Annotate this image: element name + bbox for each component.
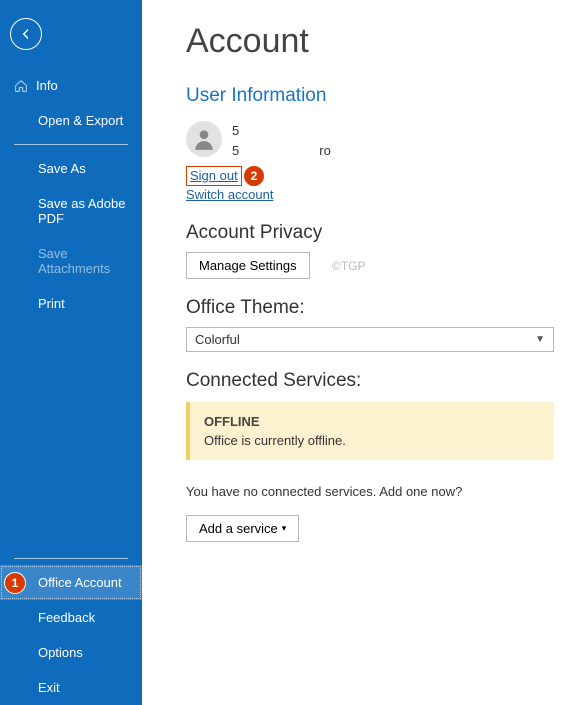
user-text: 5 5ro [232, 121, 331, 160]
sidebar-item-print[interactable]: Print [0, 286, 142, 321]
divider [14, 558, 128, 559]
section-privacy: Account Privacy [186, 222, 554, 244]
section-user-info: User Information [186, 85, 554, 107]
sidebar-label: Info [36, 78, 58, 93]
theme-value: Colorful [195, 332, 240, 347]
sidebar-label: Save As [38, 161, 86, 176]
callout-badge-1: 1 [4, 572, 26, 594]
sidebar-label: Options [38, 645, 83, 660]
home-icon [14, 79, 28, 93]
sidebar-label: Save as Adobe PDF [38, 196, 128, 226]
section-theme: Office Theme: [186, 297, 554, 319]
theme-select[interactable]: Colorful ▼ [186, 327, 554, 352]
account-links: Sign out 2 Switch account [186, 166, 554, 204]
page-title: Account [186, 22, 554, 61]
person-icon [191, 126, 217, 152]
sidebar-item-options[interactable]: Options [0, 635, 142, 670]
sidebar-label: Save Attachments [38, 246, 128, 276]
back-button[interactable] [10, 18, 42, 50]
add-service-button[interactable]: Add a service ▾ [186, 515, 299, 542]
divider [14, 144, 128, 145]
section-connected: Connected Services: [186, 370, 554, 392]
watermark: ©TGP [332, 259, 366, 273]
callout-badge-2: 2 [243, 165, 265, 187]
sidebar: Info Open & Export Save As Save as Adobe… [0, 0, 142, 705]
sidebar-label: Office Account [38, 575, 122, 590]
user-row: 5 5ro [186, 121, 554, 160]
sidebar-label: Open & Export [38, 113, 123, 128]
arrow-left-icon [18, 26, 34, 42]
sidebar-item-info[interactable]: Info [0, 68, 142, 103]
manage-settings-button[interactable]: Manage Settings [186, 252, 310, 279]
sidebar-label: Feedback [38, 610, 95, 625]
sidebar-item-exit[interactable]: Exit [0, 670, 142, 705]
chevron-down-icon: ▼ [535, 334, 545, 345]
sidebar-label: Print [38, 296, 65, 311]
sidebar-item-feedback[interactable]: Feedback [0, 600, 142, 635]
sidebar-label: Exit [38, 680, 60, 695]
chevron-down-icon: ▾ [282, 523, 287, 534]
offline-message: Office is currently offline. [204, 433, 540, 448]
no-services-text: You have no connected services. Add one … [186, 484, 554, 499]
sidebar-item-office-account[interactable]: 1 Office Account [0, 565, 142, 600]
sidebar-item-save-as[interactable]: Save As [0, 151, 142, 186]
sidebar-item-save-attachments: Save Attachments [0, 236, 142, 286]
sign-out-highlight: Sign out 2 [186, 166, 242, 186]
switch-account-link[interactable]: Switch account [186, 187, 273, 202]
avatar [186, 121, 222, 157]
sign-out-link[interactable]: Sign out [190, 168, 238, 183]
offline-title: OFFLINE [204, 414, 540, 429]
main-content: Account User Information 5 5ro Sign out … [142, 0, 584, 705]
offline-banner: OFFLINE Office is currently offline. [186, 402, 554, 460]
sidebar-item-open-export[interactable]: Open & Export [0, 103, 142, 138]
sidebar-item-save-pdf[interactable]: Save as Adobe PDF [0, 186, 142, 236]
